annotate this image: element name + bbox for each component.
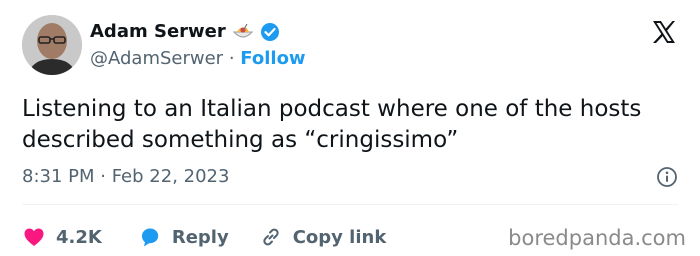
info-icon[interactable] <box>656 166 678 188</box>
divider <box>22 204 678 205</box>
follow-button[interactable]: Follow <box>240 48 305 69</box>
like-count: 4.2K <box>56 226 102 248</box>
separator-dot: · <box>228 48 235 69</box>
x-logo-icon[interactable] <box>650 18 678 46</box>
copy-link-button[interactable]: Copy link <box>259 225 387 249</box>
copy-link-label: Copy link <box>292 226 387 248</box>
avatar[interactable] <box>22 15 82 75</box>
reply-button[interactable]: Reply <box>138 225 229 249</box>
verified-badge-icon <box>260 22 280 42</box>
tweet-timestamp[interactable]: 8:31 PM · Feb 22, 2023 <box>22 166 229 187</box>
spaghetti-emoji-icon <box>232 22 254 42</box>
link-icon <box>263 228 279 246</box>
reply-label: Reply <box>171 226 229 248</box>
reply-bubble-icon <box>141 228 159 247</box>
avatar-photo <box>22 15 82 75</box>
author-handle[interactable]: @AdamSerwer <box>90 48 223 69</box>
like-button[interactable]: 4.2K <box>22 225 102 249</box>
tweet-text: Listening to an Italian podcast where on… <box>22 96 642 153</box>
author-name[interactable]: Adam Serwer <box>90 21 226 42</box>
watermark: boredpanda.com <box>508 226 686 250</box>
heart-icon <box>24 228 44 246</box>
